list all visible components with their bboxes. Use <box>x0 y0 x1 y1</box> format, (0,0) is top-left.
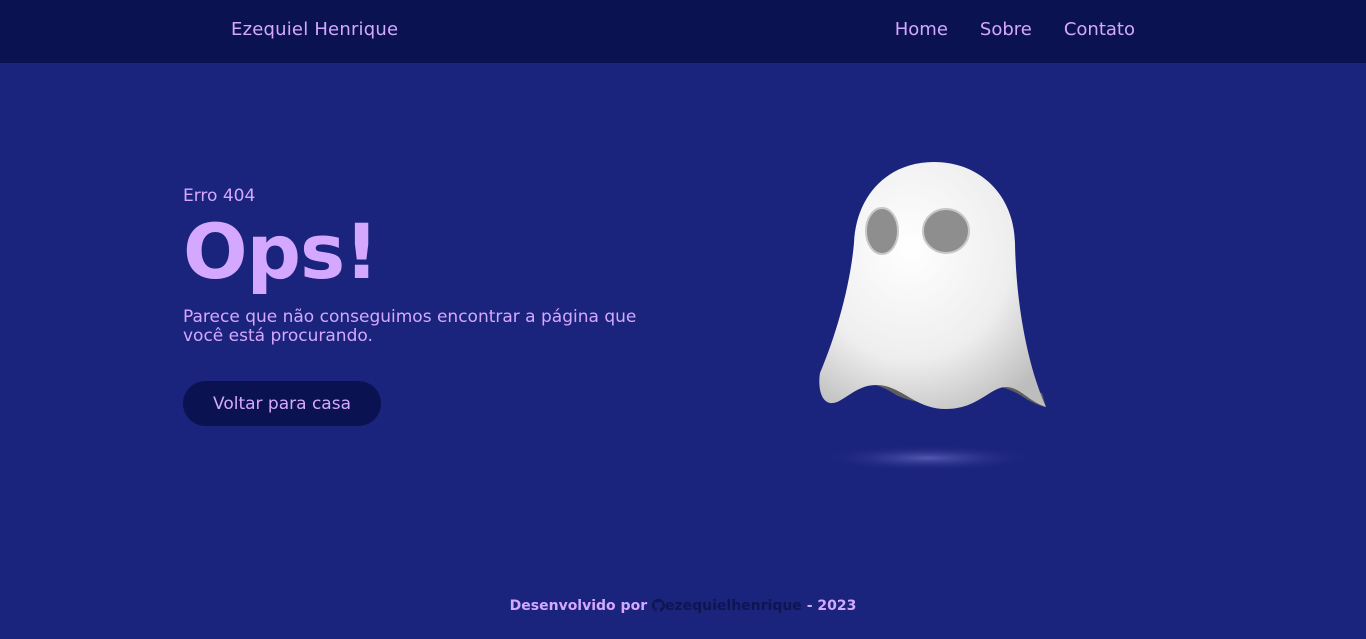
github-profile-link[interactable]: ezequielhenrique <box>651 598 807 614</box>
back-home-button[interactable]: Voltar para casa <box>183 381 381 426</box>
nav-sobre-link[interactable]: Sobre <box>980 19 1032 40</box>
ghost-icon <box>819 162 1046 471</box>
github-icon <box>651 599 665 612</box>
brand-link[interactable]: Ezequiel Henrique <box>231 19 398 40</box>
top-header: Ezequiel Henrique Home Sobre Contato <box>0 0 1366 63</box>
ghost-illustration <box>810 155 1060 485</box>
main-nav: Home Sobre Contato <box>895 19 1135 40</box>
footer-prefix: Desenvolvido por <box>509 598 648 614</box>
github-username: ezequielhenrique <box>664 598 802 614</box>
error-hero: Erro 404 Ops! Parece que não conseguimos… <box>183 186 663 346</box>
error-title: Ops! <box>183 207 379 296</box>
nav-home-link[interactable]: Home <box>895 19 948 40</box>
nav-contato-link[interactable]: Contato <box>1064 19 1135 40</box>
error-code-label: Erro 404 <box>183 186 256 206</box>
footer-year: - 2023 <box>806 598 857 614</box>
error-message: Parece que não conseguimos encontrar a p… <box>183 307 637 346</box>
page-footer: Desenvolvido por ezequielhenrique - 2023 <box>0 598 1366 614</box>
